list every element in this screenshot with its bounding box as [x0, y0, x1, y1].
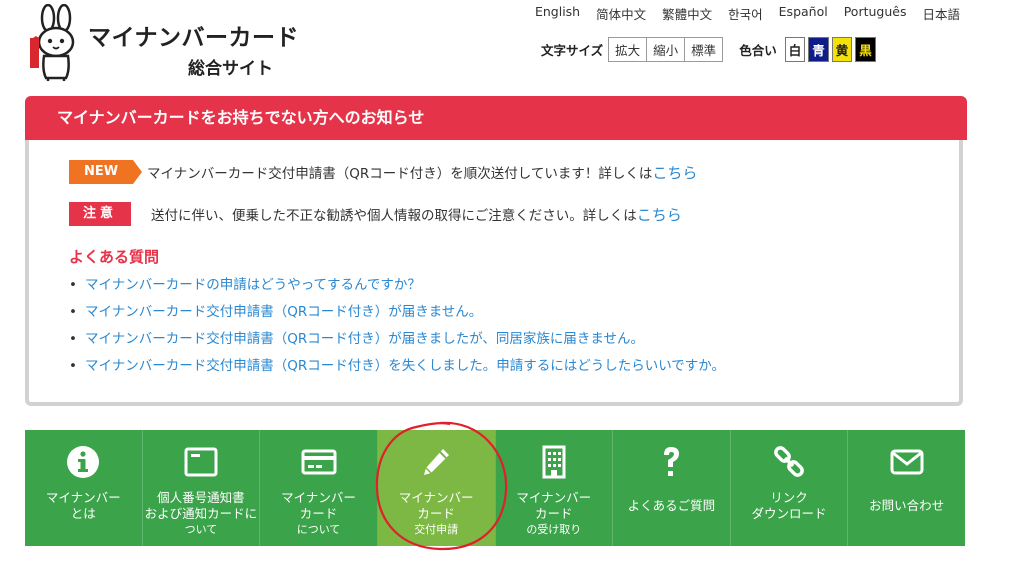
- accessibility-tools: 文字サイズ 拡大 縮小 標準 色合い 白 青 黄 黒: [541, 37, 876, 62]
- faq-list: マイナンバーカードの申請はどうやってするんですか？ マイナンバーカード交付申請書…: [69, 272, 725, 380]
- faq-link[interactable]: マイナンバーカードの申請はどうやってするんですか？: [85, 277, 421, 293]
- new-notice-link[interactable]: こちら: [652, 162, 697, 183]
- lang-portuguese[interactable]: Português: [844, 4, 907, 23]
- faq-link[interactable]: マイナンバーカード交付申請書（QRコード付き）が届きません。: [85, 304, 482, 320]
- caution-badge: 注意: [69, 202, 131, 226]
- nav-label: お問い合わせ: [869, 498, 945, 513]
- nav-label: マイナンバー とは: [45, 490, 121, 521]
- faq-item: マイナンバーカード交付申請書（QRコード付き）が届きません。: [69, 299, 725, 326]
- info-icon: [67, 446, 100, 478]
- font-size-label: 文字サイズ: [541, 43, 604, 58]
- lang-korean[interactable]: 한국어: [728, 4, 763, 23]
- lang-spanish[interactable]: Español: [779, 4, 828, 23]
- nav-card-application[interactable]: マイナンバー カード 交付申請: [377, 430, 496, 546]
- language-selector: English 简体中文 繁體中文 한국어 Español Português …: [535, 4, 960, 23]
- site-title: マイナンバーカード: [88, 25, 300, 51]
- lang-traditional-chinese[interactable]: 繁體中文: [662, 4, 712, 23]
- caution-notice-link[interactable]: こちら: [637, 204, 682, 225]
- nav-card-receipt[interactable]: マイナンバー カード の受け取り: [496, 430, 614, 546]
- notice-title: マイナンバーカードをお持ちでない方へのお知らせ: [25, 96, 967, 140]
- faq-link[interactable]: マイナンバーカード交付申請書（QRコード付き）を失くしました。申請するにはどうし…: [85, 358, 725, 374]
- faq-item: マイナンバーカード交付申請書（QRコード付き）を失くしました。申請するにはどうし…: [69, 353, 725, 380]
- nav-contact[interactable]: お問い合わせ: [848, 430, 965, 546]
- new-badge: NEW: [69, 160, 142, 184]
- caution-notice-text: 送付に伴い、便乗した不正な勧誘や個人情報の取得にご注意ください。詳しくは: [151, 208, 637, 224]
- site-logo[interactable]: マイナンバーカード 総合サイト: [28, 4, 300, 84]
- faq-link[interactable]: マイナンバーカード交付申請書（QRコード付き）が届きましたが、同居家族に届きませ…: [85, 331, 644, 347]
- nav-links-downloads[interactable]: リンク ダウンロード: [731, 430, 849, 546]
- caution-notice: 注意 送付に伴い、便乗した不正な勧誘や個人情報の取得にご注意ください。詳しくは …: [69, 202, 682, 226]
- font-size-enlarge-button[interactable]: 拡大: [608, 37, 648, 62]
- new-notice: NEW マイナンバーカード交付申請書（QRコード付き）を順次送付しています！詳し…: [69, 160, 697, 184]
- question-icon: [664, 447, 680, 476]
- lang-simplified-chinese[interactable]: 简体中文: [596, 4, 646, 23]
- card-icon: [301, 449, 337, 475]
- font-size-shrink-button[interactable]: 縮小: [646, 37, 686, 62]
- nav-label: 個人番号通知書 および通知カードに ついて: [144, 490, 258, 536]
- font-size-standard-button[interactable]: 標準: [684, 37, 724, 62]
- mascot-rabbit-icon: [30, 4, 75, 81]
- color-white-button[interactable]: 白: [784, 37, 806, 62]
- pencil-icon: [424, 449, 450, 475]
- new-notice-text: マイナンバーカード交付申請書（QRコード付き）を順次送付しています！詳しくは: [147, 166, 653, 182]
- nav-label: よくあるご質問: [627, 498, 716, 513]
- nav-about-my-number[interactable]: マイナンバー とは: [25, 430, 143, 546]
- notification-card-icon: [184, 447, 218, 477]
- nav-label: マイナンバー カード について: [281, 490, 356, 536]
- nav-faq[interactable]: よくあるご質問: [613, 430, 731, 546]
- nav-label: マイナンバー カード 交付申請: [398, 490, 474, 536]
- faq-item: マイナンバーカード交付申請書（QRコード付き）が届きましたが、同居家族に届きませ…: [69, 326, 725, 353]
- color-black-button[interactable]: 黒: [855, 37, 876, 62]
- nav-label: リンク ダウンロード: [751, 490, 827, 521]
- nav-about-card[interactable]: マイナンバー カード について: [260, 430, 378, 546]
- main-nav: マイナンバー とは 個人番号通知書 および通知カードに ついて マイナンバー カ…: [25, 430, 965, 546]
- lang-english[interactable]: English: [535, 4, 580, 23]
- faq-item: マイナンバーカードの申請はどうやってするんですか？: [69, 272, 725, 299]
- nav-label: マイナンバー カード の受け取り: [516, 490, 592, 536]
- color-blue-button[interactable]: 青: [808, 37, 829, 62]
- nav-notification-card[interactable]: 個人番号通知書 および通知カードに ついて: [143, 430, 261, 546]
- notice-panel: マイナンバーカードをお持ちでない方へのお知らせ NEW マイナンバーカード交付申…: [25, 96, 967, 406]
- building-icon: [542, 445, 566, 479]
- lang-japanese[interactable]: 日本語: [922, 4, 960, 23]
- color-yellow-button[interactable]: 黄: [831, 37, 853, 62]
- mail-icon: [890, 449, 924, 475]
- faq-heading: よくある質問: [69, 248, 160, 266]
- color-scheme-label: 色合い: [739, 43, 777, 58]
- link-icon: [774, 446, 804, 477]
- site-subtitle: 総合サイト: [188, 59, 273, 79]
